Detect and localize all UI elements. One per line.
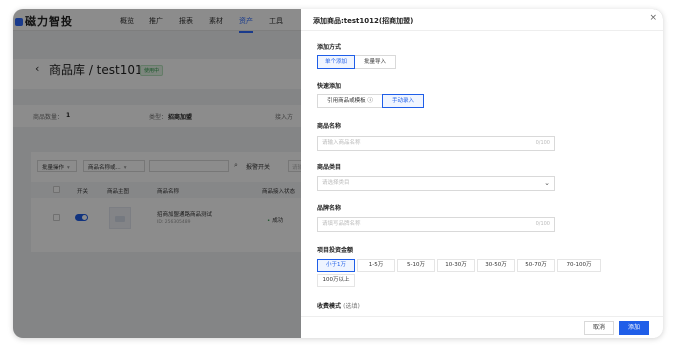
drawer-footer: 取消 添加: [301, 316, 663, 338]
product-name-placeholder: 请输入商品名称: [322, 140, 361, 146]
app-window: 磁力智投 概览 推广 报表 素材 资产 工具 ‹ 商品库 / test1012 …: [13, 9, 663, 338]
drawer-body: 添加方式 单个添加 批量导入 快速添加 引用商品或模板 ⓘ 手动录入 商品名称 …: [301, 31, 663, 316]
investment-option-10-30w[interactable]: 10-30万: [437, 259, 475, 272]
fee-model-title: 收费模式: [317, 303, 342, 310]
product-name-input[interactable]: 请输入商品名称 0/100: [317, 136, 555, 151]
investment-option-50-70w[interactable]: 50-70万: [517, 259, 555, 272]
category-select[interactable]: 请选择类目 ⌄: [317, 176, 555, 191]
add-product-drawer: 添加商品:test1012(招商加盟) × 添加方式 单个添加 批量导入 快速添…: [301, 9, 663, 338]
category-label: 商品类目: [317, 164, 342, 171]
product-name-counter: 0/100: [535, 140, 550, 146]
quick-add-template[interactable]: 引用商品或模板 ⓘ: [317, 94, 383, 108]
fee-model-optional: (选填): [343, 303, 360, 310]
category-placeholder: 请选择类目: [322, 180, 350, 186]
close-icon[interactable]: ×: [649, 13, 657, 23]
quick-add-manual[interactable]: 手动录入: [382, 94, 424, 108]
investment-option-70-100w[interactable]: 70-100万: [557, 259, 601, 272]
drawer-header: 添加商品:test1012(招商加盟) ×: [301, 9, 663, 31]
investment-option-30-50w[interactable]: 30-50万: [477, 259, 515, 272]
add-button[interactable]: 添加: [619, 321, 649, 335]
chevron-down-icon: ⌄: [544, 179, 550, 187]
investment-option-under-10k[interactable]: 小于1万: [317, 259, 355, 272]
add-method-single[interactable]: 单个添加: [317, 55, 355, 69]
brand-input[interactable]: 请填写品牌名称 0/100: [317, 217, 555, 232]
brand-placeholder: 请填写品牌名称: [322, 221, 361, 227]
investment-option-over-100w[interactable]: 100万以上: [317, 274, 355, 287]
investment-label: 项目投资金额: [317, 247, 354, 254]
add-method-label: 添加方式: [317, 44, 342, 51]
cancel-button[interactable]: 取消: [584, 321, 614, 335]
quick-add-label: 快速添加: [317, 83, 342, 90]
brand-counter: 0/100: [535, 221, 550, 227]
investment-option-1-5w[interactable]: 1-5万: [357, 259, 395, 272]
fee-model-label: 收费模式 (选填): [317, 301, 360, 310]
drawer-title: 添加商品:test1012(招商加盟): [313, 17, 414, 25]
product-name-label: 商品名称: [317, 123, 342, 130]
brand-label: 品牌名称: [317, 205, 342, 212]
add-method-batch[interactable]: 批量导入: [354, 55, 396, 69]
investment-option-5-10w[interactable]: 5-10万: [397, 259, 435, 272]
